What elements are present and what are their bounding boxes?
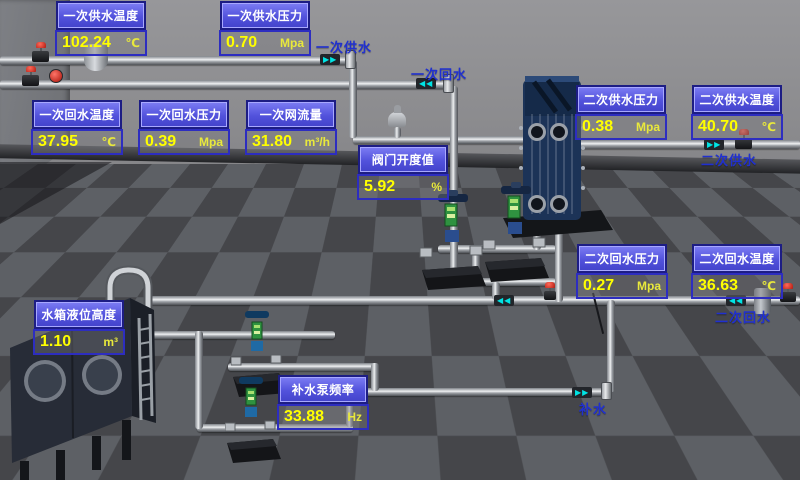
pipe-label-secondary-supply: 二次供水 [701,150,757,169]
display-tank-level: 水箱液位高度 1.10 m³ [33,302,125,355]
display-value[interactable]: 36.63 ℃ [691,273,783,299]
valve-primary-return[interactable] [22,75,39,86]
flow-arrow-right-icon: ▶▶ [572,387,592,398]
control-valve-actuator[interactable] [388,112,406,127]
pipe-primary-return [0,80,448,89]
unit-text: m³ [103,335,118,349]
display-label: 一次供水温度 [58,3,144,28]
display-makeup-pump-freq: 补水泵频率 33.88 Hz [277,377,369,430]
valve-primary-supply[interactable] [32,51,49,62]
control-valve-stem [394,127,401,138]
pipe-label-primary-return: 一次回水 [411,64,467,83]
unit-text: ℃ [761,120,776,134]
display-value[interactable]: 40.70 ℃ [691,114,783,140]
unit-text: ℃ [101,135,116,149]
display-primary-supply-pressure: 一次供水压力 0.70 Mpa [219,3,311,56]
control-valve-knob [394,105,401,113]
flow-arrow-right-icon: ▶▶ [704,139,724,150]
value-text: 0.70 [226,34,257,52]
pipe-makeup-riser [607,300,615,392]
display-valve-opening: 阀门开度值 5.92 % [357,147,449,200]
value-text: 1.10 [40,333,71,351]
display-primary-supply-temp: 一次供水温度 102.24 ℃ [55,3,147,56]
unit-text: m³/h [305,135,330,149]
value-text: 31.80 [252,133,292,151]
display-label: 一次回水温度 [34,102,120,127]
value-text: 0.38 [582,118,613,136]
flange [601,382,612,400]
value-text: 0.39 [145,133,176,151]
water-tank-icon [0,258,173,480]
unit-text: Mpa [199,135,223,149]
valve-return-branch[interactable] [544,291,556,300]
display-label: 阀门开度值 [360,147,446,172]
display-value[interactable]: 1.10 m³ [33,329,125,355]
display-value[interactable]: 33.88 Hz [277,404,369,430]
display-label: 一次网流量 [248,102,334,127]
pipe-makeup-link1 [371,363,379,391]
circulation-pump-1-icon[interactable] [418,190,488,290]
unit-text: ℃ [125,36,140,50]
pipe-label-primary-supply: 一次供水 [316,37,372,56]
display-value[interactable]: 0.27 Mpa [576,273,668,299]
hmi-heating-station-screen: ▶▶ ◀◀ ▶▶ ◀◀ ◀◀ ▶▶ [0,0,800,480]
pipe-tank-drop [195,331,203,429]
unit-text: Mpa [636,120,660,134]
display-value[interactable]: 37.95 ℃ [31,129,123,155]
display-label: 二次回水压力 [579,246,665,271]
circulation-pump-2-icon[interactable] [481,182,551,282]
display-value[interactable]: 0.39 Mpa [138,129,230,155]
value-text: 0.27 [583,277,614,295]
pipe-riser-supply [349,60,357,138]
unit-text: ℃ [761,279,776,293]
display-value[interactable]: 0.38 Mpa [575,114,667,140]
display-secondary-supply-temp: 二次供水温度 40.70 ℃ [691,87,783,140]
unit-text: Hz [347,410,362,424]
unit-text: Mpa [637,279,661,293]
display-secondary-return-pressure: 二次回水压力 0.27 Mpa [576,246,668,299]
unit-text: Mpa [280,36,304,50]
pressure-gauge [49,69,63,83]
display-label: 一次供水压力 [222,3,308,28]
value-text: 5.92 [364,178,395,196]
display-primary-return-pressure: 一次回水压力 0.39 Mpa [138,102,230,155]
display-label: 一次回水压力 [141,102,227,127]
value-text: 40.70 [698,118,738,136]
unit-text: % [431,180,442,194]
display-primary-return-temp: 一次回水温度 37.95 ℃ [31,102,123,155]
display-value[interactable]: 102.24 ℃ [55,30,147,56]
pipe-label-secondary-return: 二次回水 [715,307,771,326]
display-label: 二次回水温度 [694,246,780,271]
display-label: 补水泵频率 [280,377,366,402]
display-value[interactable]: 31.80 m³/h [245,129,337,155]
display-secondary-supply-pressure: 二次供水压力 0.38 Mpa [575,87,667,140]
value-text: 33.88 [284,408,324,426]
pipe-makeup-water [350,388,608,396]
display-secondary-return-temp: 二次回水温度 36.63 ℃ [691,246,783,299]
flow-arrow-left-icon: ◀◀ [494,295,514,306]
value-text: 102.24 [62,34,111,52]
display-value[interactable]: 5.92 % [357,174,449,200]
pipe-label-makeup-water: 补水 [579,399,607,418]
display-label: 水箱液位高度 [36,302,122,327]
value-text: 37.95 [38,133,78,151]
display-label: 二次供水压力 [578,87,664,112]
display-primary-flow: 一次网流量 31.80 m³/h [245,102,337,155]
display-value[interactable]: 0.70 Mpa [219,30,311,56]
pipe-primary-supply [0,56,352,65]
makeup-pump-2-icon[interactable] [225,377,285,463]
display-label: 二次供水温度 [694,87,780,112]
value-text: 36.63 [698,277,738,295]
